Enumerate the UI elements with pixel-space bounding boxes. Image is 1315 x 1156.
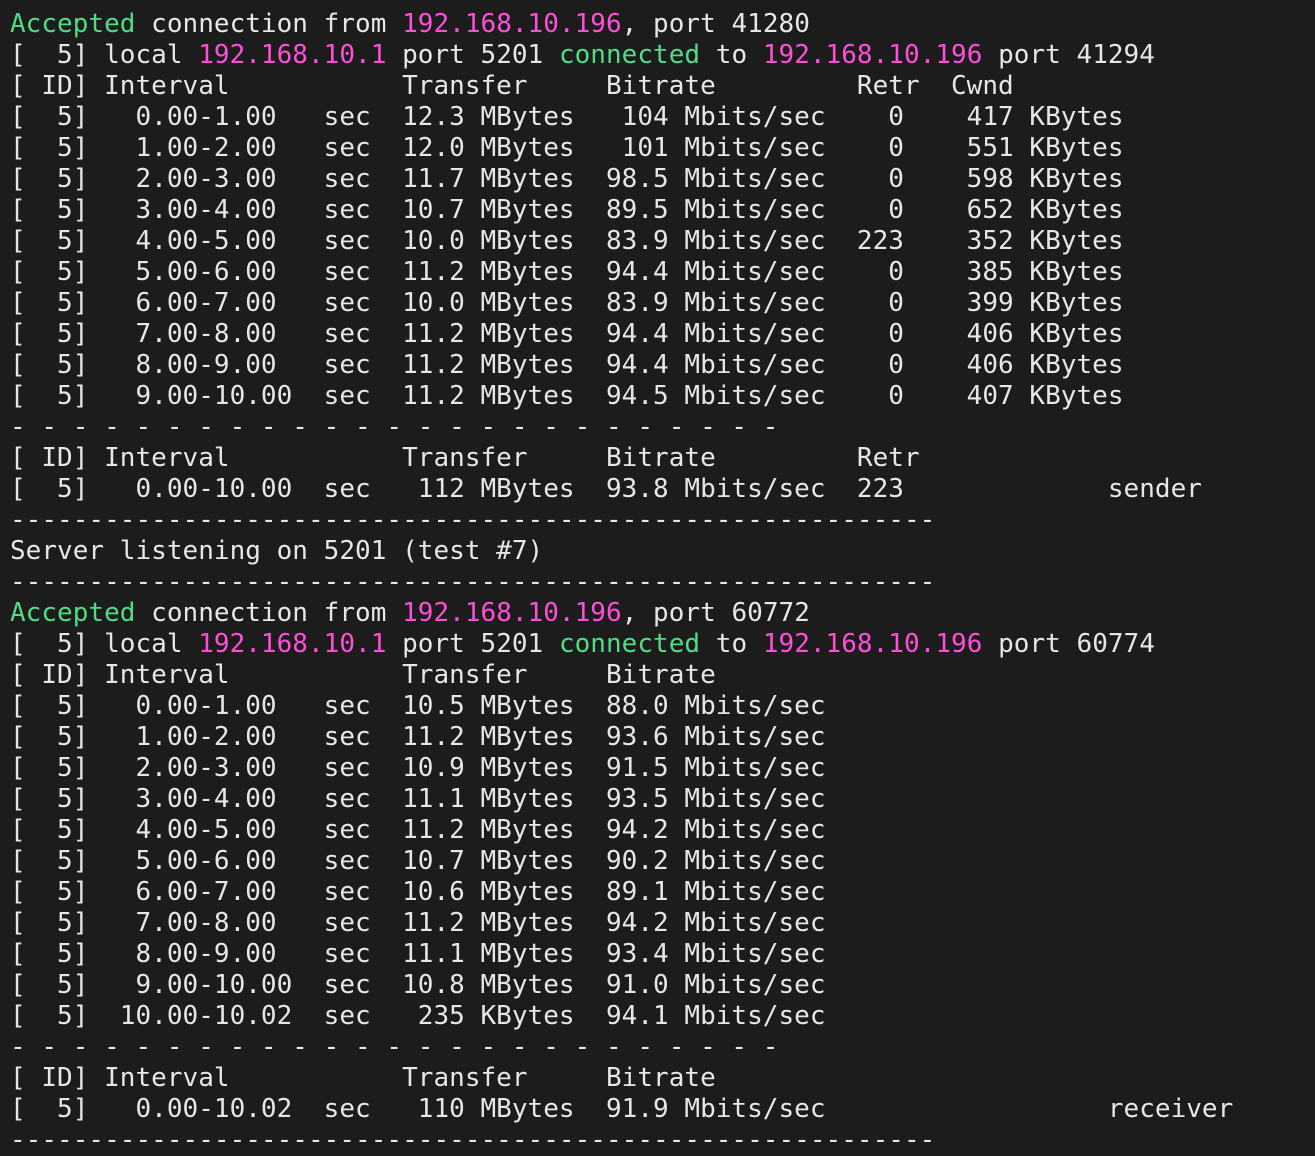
terminal-text: [ 5] 8.00-9.00 sec 11.1 MBytes 93.4 Mbit…	[10, 939, 826, 969]
terminal-line: Accepted connection from 192.168.10.196,…	[10, 9, 1315, 40]
ip-address: 192.168.10.196	[762, 40, 983, 70]
terminal-line: [ ID] Interval Transfer Bitrate	[10, 1063, 1315, 1094]
terminal-line: [ 5] 9.00-10.00 sec 10.8 MBytes 91.0 Mbi…	[10, 970, 1315, 1001]
terminal-text: - - - - - - - - - - - - - - - - - - - - …	[10, 412, 779, 442]
terminal-text: [ 5] 4.00-5.00 sec 10.0 MBytes 83.9 Mbit…	[10, 226, 1124, 256]
terminal-line: [ 5] 0.00-10.00 sec 112 MBytes 93.8 Mbit…	[10, 474, 1315, 505]
ip-address: 192.168.10.196	[402, 598, 622, 628]
terminal-line: [ 5] 8.00-9.00 sec 11.2 MBytes 94.4 Mbit…	[10, 350, 1315, 381]
terminal-line: [ 5] 2.00-3.00 sec 10.9 MBytes 91.5 Mbit…	[10, 753, 1315, 784]
terminal-text: [ 5] 2.00-3.00 sec 11.7 MBytes 98.5 Mbit…	[10, 164, 1124, 194]
terminal-text: [ 5] 6.00-7.00 sec 10.0 MBytes 83.9 Mbit…	[10, 288, 1124, 318]
terminal-line: [ 5] 3.00-4.00 sec 10.7 MBytes 89.5 Mbit…	[10, 195, 1315, 226]
ip-address: 192.168.10.196	[762, 629, 983, 659]
terminal-text: [ 5] 1.00-2.00 sec 12.0 MBytes 101 Mbits…	[10, 133, 1124, 163]
terminal-line: [ ID] Interval Transfer Bitrate Retr	[10, 443, 1315, 474]
terminal-text: to	[700, 629, 763, 659]
terminal-line: [ 5] 0.00-1.00 sec 12.3 MBytes 104 Mbits…	[10, 102, 1315, 133]
terminal-output[interactable]: Accepted connection from 192.168.10.196,…	[10, 9, 1315, 1155]
terminal-line: - - - - - - - - - - - - - - - - - - - - …	[10, 1032, 1315, 1063]
terminal-text: [ 5] 2.00-3.00 sec 10.9 MBytes 91.5 Mbit…	[10, 753, 826, 783]
terminal-line: [ 5] 1.00-2.00 sec 12.0 MBytes 101 Mbits…	[10, 133, 1315, 164]
terminal-text: [ 5] 7.00-8.00 sec 11.2 MBytes 94.2 Mbit…	[10, 908, 826, 938]
terminal-line: Server listening on 5201 (test #7)	[10, 536, 1315, 567]
terminal-line: [ 5] local 192.168.10.1 port 5201 connec…	[10, 40, 1315, 71]
terminal-text: [ 5] 0.00-10.00 sec 112 MBytes 93.8 Mbit…	[10, 474, 1202, 504]
terminal-text: [ 5] 1.00-2.00 sec 11.2 MBytes 93.6 Mbit…	[10, 722, 826, 752]
terminal-line: [ 5] 3.00-4.00 sec 11.1 MBytes 93.5 Mbit…	[10, 784, 1315, 815]
terminal-text: connection from	[135, 598, 403, 628]
terminal-line: - - - - - - - - - - - - - - - - - - - - …	[10, 412, 1315, 443]
terminal-line: [ 5] 1.00-2.00 sec 11.2 MBytes 93.6 Mbit…	[10, 722, 1315, 753]
terminal-text: [ ID] Interval Transfer Bitrate Retr	[10, 443, 920, 473]
terminal-text: port 60774	[982, 629, 1155, 659]
terminal-line: [ 5] 7.00-8.00 sec 11.2 MBytes 94.4 Mbit…	[10, 319, 1315, 350]
terminal-text: [ 5] local	[10, 40, 199, 70]
terminal-line: [ 5] 0.00-10.02 sec 110 MBytes 91.9 Mbit…	[10, 1094, 1315, 1125]
ip-address: 192.168.10.196	[402, 9, 622, 39]
terminal-line: ----------------------------------------…	[10, 505, 1315, 536]
terminal-text: , port 60772	[621, 598, 810, 628]
terminal-text: [ ID] Interval Transfer Bitrate	[10, 1063, 716, 1093]
terminal-text: [ 5] 9.00-10.00 sec 11.2 MBytes 94.5 Mbi…	[10, 381, 1124, 411]
terminal-text: [ 5] 9.00-10.00 sec 10.8 MBytes 91.0 Mbi…	[10, 970, 826, 1000]
terminal-text: Server listening on 5201 (test #7)	[10, 536, 544, 566]
terminal-text: [ 5] 0.00-1.00 sec 12.3 MBytes 104 Mbits…	[10, 102, 1124, 132]
terminal-line: [ 5] 4.00-5.00 sec 11.2 MBytes 94.2 Mbit…	[10, 815, 1315, 846]
terminal-text: [ 5] 5.00-6.00 sec 11.2 MBytes 94.4 Mbit…	[10, 257, 1124, 287]
terminal-line: [ 5] 10.00-10.02 sec 235 KBytes 94.1 Mbi…	[10, 1001, 1315, 1032]
terminal-text: , port 41280	[621, 9, 810, 39]
terminal-line: [ 5] 0.00-1.00 sec 10.5 MBytes 88.0 Mbit…	[10, 691, 1315, 722]
terminal-text: [ 5] 3.00-4.00 sec 10.7 MBytes 89.5 Mbit…	[10, 195, 1124, 225]
terminal-line: [ 5] 5.00-6.00 sec 10.7 MBytes 90.2 Mbit…	[10, 846, 1315, 877]
terminal-line: [ 5] 4.00-5.00 sec 10.0 MBytes 83.9 Mbit…	[10, 226, 1315, 257]
terminal-text: [ 5] 8.00-9.00 sec 11.2 MBytes 94.4 Mbit…	[10, 350, 1124, 380]
terminal-line: [ 5] 8.00-9.00 sec 11.1 MBytes 93.4 Mbit…	[10, 939, 1315, 970]
terminal-line: ----------------------------------------…	[10, 567, 1315, 598]
terminal-line: [ 5] 6.00-7.00 sec 10.6 MBytes 89.1 Mbit…	[10, 877, 1315, 908]
terminal-text: - - - - - - - - - - - - - - - - - - - - …	[10, 1032, 779, 1062]
terminal-text: [ 5] 6.00-7.00 sec 10.6 MBytes 89.1 Mbit…	[10, 877, 826, 907]
terminal-text: [ 5] 5.00-6.00 sec 10.7 MBytes 90.2 Mbit…	[10, 846, 826, 876]
terminal-text: [ 5] 10.00-10.02 sec 235 KBytes 94.1 Mbi…	[10, 1001, 826, 1031]
terminal-text: port 41294	[982, 40, 1155, 70]
ip-address: 192.168.10.1	[198, 40, 387, 70]
terminal-text: [ 5] 3.00-4.00 sec 11.1 MBytes 93.5 Mbit…	[10, 784, 826, 814]
terminal-text: [ 5] 0.00-10.02 sec 110 MBytes 91.9 Mbit…	[10, 1094, 1234, 1124]
terminal-line: [ ID] Interval Transfer Bitrate	[10, 660, 1315, 691]
terminal-line: [ 5] 5.00-6.00 sec 11.2 MBytes 94.4 Mbit…	[10, 257, 1315, 288]
terminal-line: ----------------------------------------…	[10, 1125, 1315, 1156]
status-keyword: Accepted	[10, 598, 136, 628]
ip-address: 192.168.10.1	[198, 629, 387, 659]
terminal-text: port 5201	[386, 629, 559, 659]
terminal-text: [ ID] Interval Transfer Bitrate	[10, 660, 716, 690]
terminal-line: Accepted connection from 192.168.10.196,…	[10, 598, 1315, 629]
terminal-text: to	[700, 40, 763, 70]
terminal-text: ----------------------------------------…	[10, 505, 936, 535]
terminal-line: [ ID] Interval Transfer Bitrate Retr Cwn…	[10, 71, 1315, 102]
terminal-text: [ 5] 7.00-8.00 sec 11.2 MBytes 94.4 Mbit…	[10, 319, 1124, 349]
terminal-line: [ 5] 2.00-3.00 sec 11.7 MBytes 98.5 Mbit…	[10, 164, 1315, 195]
terminal-text: [ ID] Interval Transfer Bitrate Retr Cwn…	[10, 71, 1014, 101]
terminal-text: [ 5] 4.00-5.00 sec 11.2 MBytes 94.2 Mbit…	[10, 815, 826, 845]
terminal-text: ----------------------------------------…	[10, 567, 936, 597]
status-keyword: Accepted	[10, 9, 136, 39]
terminal-line: [ 5] 6.00-7.00 sec 10.0 MBytes 83.9 Mbit…	[10, 288, 1315, 319]
terminal-line: [ 5] 7.00-8.00 sec 11.2 MBytes 94.2 Mbit…	[10, 908, 1315, 939]
status-keyword: connected	[558, 40, 701, 70]
terminal-line: [ 5] 9.00-10.00 sec 11.2 MBytes 94.5 Mbi…	[10, 381, 1315, 412]
terminal-text: [ 5] local	[10, 629, 199, 659]
terminal-line: [ 5] local 192.168.10.1 port 5201 connec…	[10, 629, 1315, 660]
terminal-text: connection from	[135, 9, 403, 39]
status-keyword: connected	[558, 629, 701, 659]
terminal-text: port 5201	[386, 40, 559, 70]
terminal-text: [ 5] 0.00-1.00 sec 10.5 MBytes 88.0 Mbit…	[10, 691, 826, 721]
terminal-text: ----------------------------------------…	[10, 1125, 936, 1155]
